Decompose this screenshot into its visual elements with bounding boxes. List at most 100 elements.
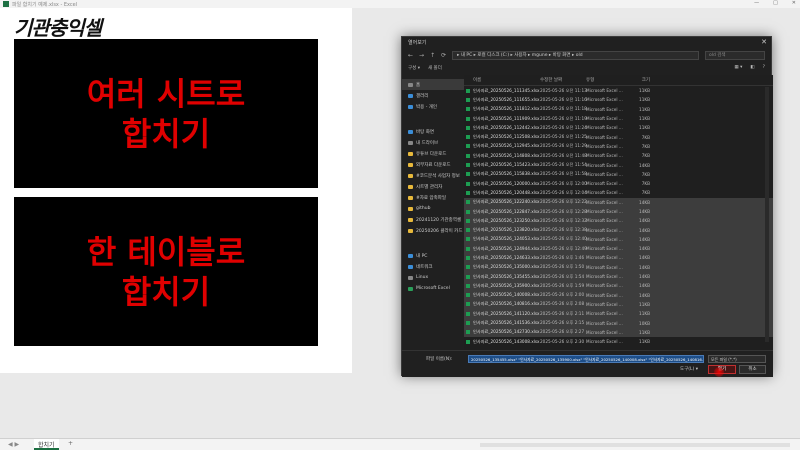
file-rows: 인사자료_20250526_111345.xlsx 2025-05-26 오전 1…: [464, 86, 773, 346]
file-name: 인사자료_20250526_111655.xlsx: [473, 96, 540, 102]
folder-icon: [408, 206, 413, 211]
nav-item[interactable]: 홈: [402, 79, 464, 90]
search-input[interactable]: old 검색: [705, 50, 765, 60]
tools-dropdown[interactable]: 도구(L) ▾: [680, 366, 698, 372]
new-folder-button[interactable]: 새 폴더: [428, 65, 442, 71]
file-row[interactable]: 인사자료_20250526_115838.xlsx 2025-05-26 오전 1…: [464, 170, 773, 179]
excel-file-icon: [466, 339, 470, 344]
nav-item[interactable]: 박용 - 개인: [402, 101, 464, 112]
file-row[interactable]: 인사자료_20250526_120448.xlsx 2025-05-26 오후 1…: [464, 188, 773, 197]
file-row[interactable]: 인사자료_20250526_142730.xlsx 2025-05-26 오후 2…: [464, 327, 773, 338]
file-row[interactable]: 인사자료_20250526_122240.xlsx 2025-05-26 오후 1…: [464, 197, 773, 207]
nav-item[interactable]: Microsoft Excel: [402, 283, 464, 294]
file-date: 2025-05-26 오후 1:54: [540, 273, 585, 279]
desktop-icon: [408, 129, 413, 134]
nav-item[interactable]: 외부자료 다운로드: [402, 159, 464, 170]
excel-file-icon: [466, 209, 470, 214]
shape-panel-1[interactable]: 여러 시트로 합치기: [14, 39, 318, 188]
file-row[interactable]: 인사자료_20250526_111345.xlsx 2025-05-26 오전 1…: [464, 86, 773, 95]
file-row[interactable]: 인사자료_20250526_114808.xlsx 2025-05-26 오전 1…: [464, 151, 773, 160]
minimize-button[interactable]: —: [754, 0, 759, 8]
linux-icon: [408, 275, 413, 280]
excel-file-icon: [466, 97, 470, 102]
nav-item[interactable]: 네트워크: [402, 261, 464, 272]
nav-item[interactable]: 바탕 화면: [402, 126, 464, 137]
file-row[interactable]: 인사자료_20250526_135900.xlsx 2025-05-26 오후 1…: [464, 281, 773, 291]
filename-input[interactable]: 20250526_135455.xlsx" "인사자료_20250526_135…: [468, 355, 704, 363]
file-size: 11KB: [639, 88, 650, 94]
column-name[interactable]: 이름: [464, 77, 540, 83]
nav-item[interactable]: 20250206 클라이 카드: [402, 225, 464, 236]
nav-item[interactable]: #자료 압축파일: [402, 192, 464, 203]
file-row[interactable]: 인사자료_20250526_124053.xlsx 2025-05-26 오후 1…: [464, 234, 773, 245]
file-list-scrollbar[interactable]: [765, 87, 769, 342]
preview-pane-icon[interactable]: ◧: [750, 65, 754, 70]
file-size: 7KB: [641, 171, 650, 177]
up-arrow-icon[interactable]: ↑: [430, 52, 435, 59]
dialog-close-icon[interactable]: ✕: [761, 38, 767, 46]
excel-app-icon: [3, 1, 9, 7]
refresh-icon[interactable]: ⟳: [441, 52, 446, 59]
help-icon[interactable]: ?: [763, 65, 765, 70]
back-arrow-icon[interactable]: ←: [408, 52, 413, 59]
nav-item[interactable]: 시트별 관리자: [402, 181, 464, 192]
filetype-select[interactable]: 모든 파일 (*.*): [708, 355, 766, 363]
cancel-button[interactable]: 취소: [739, 365, 766, 374]
file-row[interactable]: 인사자료_20250526_123820.xlsx 2025-05-26 오후 1…: [464, 225, 773, 235]
file-row[interactable]: 인사자료_20250526_124944.xlsx 2025-05-26 오후 1…: [464, 244, 773, 254]
nav-item[interactable]: github: [402, 203, 464, 214]
horizontal-scrollbar[interactable]: [480, 443, 790, 447]
cloud-icon: [408, 104, 413, 109]
column-type[interactable]: 유형: [586, 77, 626, 83]
nav-item[interactable]: 유튜브 다운로드: [402, 148, 464, 159]
nav-item-label: #코드분석 사업자 정보: [416, 173, 460, 179]
nav-item[interactable]: 갤러리: [402, 90, 464, 101]
column-date[interactable]: 수정한 날짜: [540, 77, 586, 83]
dialog-body: 홈 갤러리 박용 - 개인바탕 화면 내 드라이브 유튜브 다운로드 외부자료 다운로드 #…: [402, 75, 773, 350]
file-row[interactable]: 인사자료_20250526_135455.xlsx 2025-05-26 오후 1…: [464, 271, 773, 282]
nav-item[interactable]: 내 PC: [402, 250, 464, 261]
nav-item[interactable]: 내 드라이브: [402, 137, 464, 148]
file-row[interactable]: 인사자료_20250526_124633.xlsx 2025-05-26 오후 1…: [464, 253, 773, 263]
column-size[interactable]: 크기: [626, 77, 656, 83]
file-row[interactable]: 인사자료_20250526_112442.xlsx 2025-05-26 오전 1…: [464, 123, 773, 132]
file-row[interactable]: 인사자료_20250526_135000.xlsx 2025-05-26 오후 1…: [464, 262, 773, 272]
file-date: 2025-05-26 오후 2:11: [540, 310, 585, 316]
file-row[interactable]: 인사자료_20250526_143008.xlsx 2025-05-26 오후 2…: [464, 337, 773, 346]
file-row[interactable]: 인사자료_20250526_141120.xlsx 2025-05-26 오후 2…: [464, 309, 773, 319]
nav-item[interactable]: 20241120 기관충역셀: [402, 214, 464, 225]
add-sheet-button[interactable]: +: [68, 440, 73, 447]
file-row[interactable]: 인사자료_20250526_112508.xlsx 2025-05-26 오전 1…: [464, 132, 773, 141]
file-date: 2025-05-26 오전 11:19: [540, 115, 587, 121]
shape-panel-2[interactable]: 한 테이블로 합치기: [14, 197, 318, 346]
file-row[interactable]: 인사자료_20250526_112945.xlsx 2025-05-26 오전 1…: [464, 142, 773, 151]
file-row[interactable]: 인사자료_20250526_111655.xlsx 2025-05-26 오전 1…: [464, 95, 773, 104]
file-name: 인사자료_20250526_123820.xlsx: [473, 227, 540, 233]
file-row[interactable]: 인사자료_20250526_111812.xlsx 2025-05-26 오전 1…: [464, 105, 773, 114]
excel-file-icon: [466, 172, 470, 177]
view-options-icon[interactable]: ▦ ▾: [734, 65, 742, 70]
file-row[interactable]: 인사자료_20250526_122847.xlsx 2025-05-26 오후 1…: [464, 206, 773, 217]
dialog-footer: 파일 이름(N): 20250526_135455.xlsx" "인사자료_20…: [402, 350, 773, 377]
file-row[interactable]: 인사자료_20250526_140816.xlsx 2025-05-26 오후 2…: [464, 299, 773, 310]
file-name: 인사자료_20250526_120448.xlsx: [473, 189, 540, 195]
sheet-nav-arrows[interactable]: ◀ ▶: [8, 441, 19, 448]
nav-item-label: Microsoft Excel: [416, 286, 450, 291]
nav-item[interactable]: Linux: [402, 272, 464, 283]
file-row[interactable]: 인사자료_20250526_141536.xlsx 2025-05-26 오후 2…: [464, 318, 773, 328]
file-row[interactable]: 인사자료_20250526_123250.xlsx 2025-05-26 오후 1…: [464, 216, 773, 226]
sheet-tab-active[interactable]: 합치기: [34, 439, 59, 450]
close-button[interactable]: ✕: [792, 0, 796, 8]
file-row[interactable]: 인사자료_20250526_120000.xlsx 2025-05-26 오후 1…: [464, 179, 773, 188]
file-row[interactable]: 인사자료_20250526_140008.xlsx 2025-05-26 오후 2…: [464, 290, 773, 300]
nav-item[interactable]: #코드분석 사업자 정보: [402, 170, 464, 181]
file-type: Microsoft Excel ...: [586, 301, 623, 307]
file-name: 인사자료_20250526_114808.xlsx: [473, 152, 540, 158]
forward-arrow-icon[interactable]: →: [419, 52, 424, 59]
address-bar[interactable]: ▸ 내 PC ▸ 로컬 디스크 (C:) ▸ 사용자 ▸ mgune ▸ 바탕 …: [452, 50, 699, 60]
maximize-button[interactable]: □: [773, 0, 778, 8]
file-row[interactable]: 인사자료_20250526_111909.xlsx 2025-05-26 오전 1…: [464, 114, 773, 123]
file-row[interactable]: 인사자료_20250526_115423.xlsx 2025-05-26 오전 1…: [464, 160, 773, 169]
worksheet-area[interactable]: 기관충익셀 여러 시트로 합치기 한 테이블로 합치기 열어보기 ✕ ← → ↑…: [0, 8, 800, 438]
organize-button[interactable]: 구성 ▾: [408, 65, 420, 71]
